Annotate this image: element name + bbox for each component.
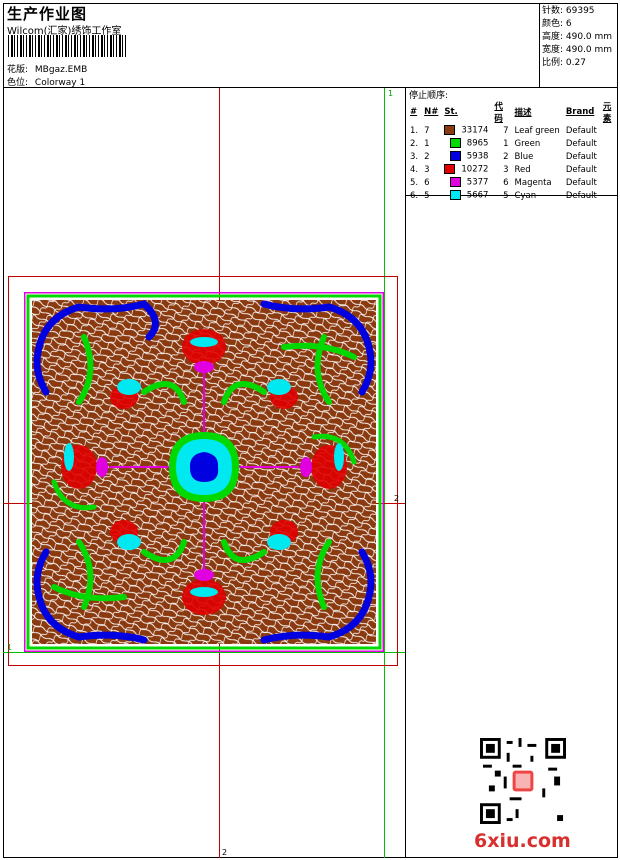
row-brand: Default bbox=[565, 125, 597, 136]
row-brand: Default bbox=[565, 138, 597, 149]
stitch-count-value: 8965 bbox=[466, 138, 489, 149]
axis-label-right-mid: 2 bbox=[394, 494, 400, 503]
barcode bbox=[8, 35, 128, 57]
row-description: Magenta bbox=[514, 177, 552, 188]
col-header-index: # bbox=[410, 107, 418, 117]
color-swatch bbox=[449, 138, 461, 149]
design-scale: 比例: 0.27 bbox=[542, 58, 586, 68]
row-description: Leaf green bbox=[514, 125, 560, 136]
color-count: 颜色: 6 bbox=[542, 19, 572, 29]
colorway-label: 色位: bbox=[7, 78, 29, 88]
row-index: 3. bbox=[410, 151, 419, 162]
axis-label-bottom-mid: 2 bbox=[222, 848, 228, 857]
stitch-count-value: 5377 bbox=[466, 177, 489, 188]
table-row: 5. 6 5377 6 Magenta Default bbox=[407, 176, 620, 189]
qr-code bbox=[480, 738, 566, 824]
colorway-value: Colorway 1 bbox=[34, 78, 86, 88]
color-swatch bbox=[444, 125, 456, 136]
row-stitches: 33174 bbox=[441, 124, 491, 137]
design-stats: 针数: 69395 颜色: 6 高度: 490.0 mm 宽度: 490.0 m… bbox=[542, 5, 612, 70]
stitch-count-value: 5667 bbox=[466, 190, 489, 201]
row-index: 5. bbox=[410, 177, 419, 188]
row-element bbox=[600, 189, 620, 202]
color-sequence-table: # N# St. 代码 描述 Brand 元素 1. 7 33174 7 Leaf gr… bbox=[407, 100, 620, 202]
stitch-count-value: 5938 bbox=[466, 151, 489, 162]
row-description: Blue bbox=[514, 151, 534, 162]
row-code: 7 bbox=[503, 125, 509, 136]
col-header-needle: N# bbox=[424, 107, 439, 117]
design-file-row: 花版: MBgaz.EMB bbox=[7, 62, 87, 75]
row-needle: 6 bbox=[424, 177, 430, 188]
row-needle: 3 bbox=[424, 164, 430, 175]
row-index: 2. bbox=[410, 138, 419, 149]
row-needle: 1 bbox=[424, 138, 430, 149]
color-swatch bbox=[449, 190, 461, 201]
col-header-element: 元素 bbox=[602, 102, 612, 124]
colorway-row: 色位: Colorway 1 bbox=[7, 75, 85, 88]
color-swatch bbox=[449, 151, 461, 162]
embroidery-design-preview bbox=[24, 292, 384, 652]
row-stitches: 5377 bbox=[441, 176, 491, 189]
row-description: Red bbox=[514, 164, 531, 175]
row-element bbox=[600, 176, 620, 189]
design-width: 宽度: 490.0 mm bbox=[542, 45, 613, 55]
table-row: 6. 5 5667 5 Cyan Default bbox=[407, 189, 620, 202]
axis-label-top-right: 1 bbox=[388, 89, 394, 98]
row-element bbox=[600, 137, 620, 150]
row-index: 1. bbox=[410, 125, 419, 136]
design-height: 高度: 490.0 mm bbox=[542, 32, 613, 42]
row-index: 6. bbox=[410, 190, 419, 201]
row-index: 4. bbox=[410, 164, 419, 175]
row-stitches: 5938 bbox=[441, 150, 491, 163]
row-description: Green bbox=[514, 138, 541, 149]
row-needle: 5 bbox=[424, 190, 430, 201]
row-code: 6 bbox=[503, 177, 509, 188]
table-row: 4. 3 10272 3 Red Default bbox=[407, 163, 620, 176]
row-brand: Default bbox=[565, 164, 597, 175]
axis-label-left-mid: 1 bbox=[7, 643, 13, 652]
row-description: Cyan bbox=[514, 190, 537, 201]
watermark-logo: 6xiu.com bbox=[474, 830, 571, 852]
row-brand: Default bbox=[565, 177, 597, 188]
table-header: # N# St. 代码 描述 Brand 元素 bbox=[407, 100, 620, 124]
row-element bbox=[600, 163, 620, 176]
row-brand: Default bbox=[565, 190, 597, 201]
row-stitches: 10272 bbox=[441, 163, 491, 176]
design-filename: MBgaz.EMB bbox=[34, 65, 88, 75]
table-row: 3. 2 5938 2 Blue Default bbox=[407, 150, 620, 163]
col-header-stitches: St. bbox=[444, 107, 458, 117]
col-header-description: 描述 bbox=[514, 108, 532, 118]
design-label: 花版: bbox=[7, 65, 29, 75]
row-stitches: 8965 bbox=[441, 137, 491, 150]
stitch-count: 针数: 69395 bbox=[542, 6, 595, 16]
row-code: 5 bbox=[503, 190, 509, 201]
col-header-brand: Brand bbox=[565, 107, 595, 117]
row-stitches: 5667 bbox=[441, 189, 491, 202]
row-brand: Default bbox=[565, 151, 597, 162]
row-code: 3 bbox=[503, 164, 509, 175]
color-swatch bbox=[444, 164, 456, 175]
page-title: 生产作业图 bbox=[7, 5, 88, 23]
stitch-count-value: 10272 bbox=[461, 164, 489, 175]
row-needle: 7 bbox=[424, 125, 430, 136]
col-header-code: 代码 bbox=[494, 102, 503, 124]
color-swatch bbox=[449, 177, 461, 188]
stitch-count-value: 33174 bbox=[461, 125, 489, 136]
row-element bbox=[600, 150, 620, 163]
table-row: 1. 7 33174 7 Leaf green Default bbox=[407, 124, 620, 137]
row-needle: 2 bbox=[424, 151, 430, 162]
row-code: 1 bbox=[503, 138, 509, 149]
row-element bbox=[600, 124, 620, 137]
table-row: 2. 1 8965 1 Green Default bbox=[407, 137, 620, 150]
row-code: 2 bbox=[503, 151, 509, 162]
